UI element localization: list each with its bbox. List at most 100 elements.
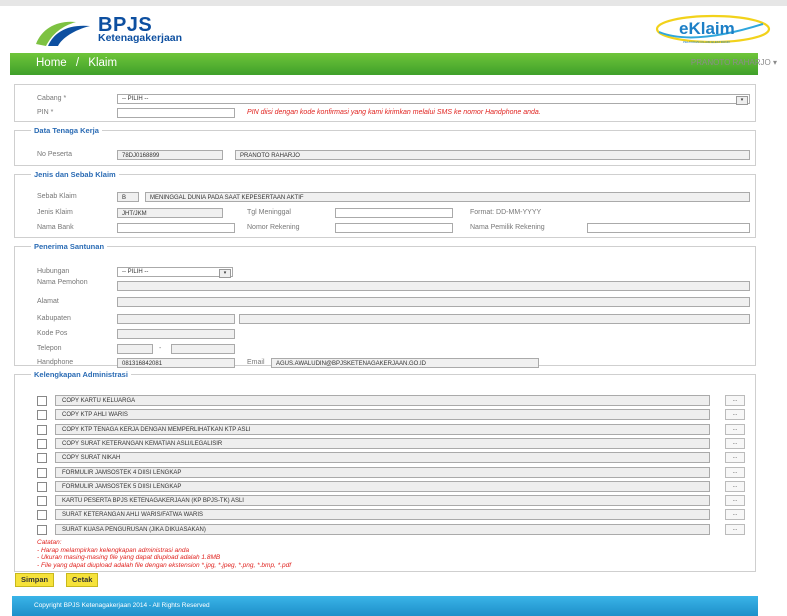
- browse-button[interactable]: ...: [725, 523, 745, 535]
- kode-pos-label: Kode Pos: [37, 330, 68, 337]
- hubungan-select[interactable]: -- PILIH -- ▾: [117, 267, 233, 278]
- document-checkbox[interactable]: [37, 453, 47, 464]
- section-legend: Kelengkapan Administrasi: [34, 370, 128, 379]
- telepon-label: Telepon: [37, 345, 62, 352]
- browse-button[interactable]: ...: [725, 409, 745, 421]
- browse-button[interactable]: ...: [725, 466, 745, 478]
- jenis-klaim-field: JHT/JKM: [117, 208, 223, 218]
- data-tenaga-kerja-section: Data Tenaga Kerja No Peserta 78DJ0168899…: [14, 126, 756, 166]
- jenis-klaim-label: Jenis Klaim: [37, 209, 73, 216]
- header: BPJS Ketenagakerjaan eKlaim PELAYANAN KL…: [20, 0, 775, 46]
- telepon-separator: -: [159, 345, 162, 352]
- tgl-meninggal-input[interactable]: [335, 208, 453, 218]
- kabupaten-label: Kabupaten: [37, 315, 71, 322]
- document-checkbox[interactable]: [37, 481, 47, 492]
- document-checkbox[interactable]: [37, 496, 47, 507]
- browse-button[interactable]: ...: [725, 423, 745, 435]
- browse-button[interactable]: ...: [725, 480, 745, 492]
- hubungan-select-value: -- PILIH --: [122, 269, 149, 275]
- nama-bank-input[interactable]: [117, 223, 235, 233]
- no-peserta-field: 78DJ0168899: [117, 150, 223, 160]
- chevron-down-icon: ▾: [736, 96, 748, 105]
- document-file-field[interactable]: SURAT KUASA PENGURUSAN (JIKA DIKUASAKAN): [55, 523, 710, 535]
- pin-input[interactable]: [117, 108, 235, 118]
- document-file-field[interactable]: FORMULIR JAMSOSTEK 4 DIISI LENGKAP: [55, 466, 710, 478]
- alamat-field: [117, 297, 750, 307]
- navbar: Home / Klaim: [10, 53, 758, 75]
- nama-bank-label: Nama Bank: [37, 224, 74, 231]
- document-file-field[interactable]: COPY SURAT NIKAH: [55, 452, 710, 464]
- cabang-select[interactable]: -- PILIH -- ▾: [117, 94, 750, 105]
- document-file-field[interactable]: COPY SURAT KETERANGAN KEMATIAN ASLI/LEGA…: [55, 437, 710, 449]
- telepon-area-field: [117, 344, 153, 354]
- breadcrumb-home-link[interactable]: Home: [36, 57, 67, 69]
- sebab-code-field: B: [117, 192, 139, 202]
- section-legend: Penerima Santunan: [34, 242, 105, 251]
- document-checkbox[interactable]: [37, 424, 47, 435]
- cabang-select-value: -- PILIH --: [122, 96, 149, 102]
- sebab-desc-field: MENINGGAL DUNIA PADA SAAT KEPESERTAAN AK…: [145, 192, 750, 202]
- brand-subtitle: Ketenagakerjaan: [98, 32, 183, 44]
- cabang-label: Cabang *: [37, 95, 67, 102]
- document-file-field[interactable]: SURAT KETERANGAN AHLI WARIS/FATWA WARIS: [55, 509, 710, 521]
- alamat-label: Alamat: [37, 298, 59, 305]
- document-file-field[interactable]: FORMULIR JAMSOSTEK 5 DIISI LENGKAP: [55, 480, 710, 492]
- document-checkbox[interactable]: [37, 510, 47, 521]
- email-label: Email: [247, 359, 265, 366]
- nomor-rekening-input[interactable]: [335, 223, 453, 233]
- catatan-line: - Ukuran masing-masing file yang dapat d…: [37, 554, 221, 561]
- document-checkbox[interactable]: [37, 438, 47, 449]
- catatan-line: - File yang dapat diupload adalah file d…: [37, 561, 292, 569]
- document-checkbox[interactable]: [37, 396, 47, 406]
- document-file-field[interactable]: COPY KTP AHLI WARIS: [55, 409, 710, 421]
- tgl-meninggal-label: Tgl Meninggal: [247, 209, 291, 216]
- chevron-down-icon: ▾: [219, 269, 231, 278]
- telepon-number-field: [171, 344, 235, 354]
- breadcrumb: Home / Klaim: [36, 57, 117, 69]
- document-checkbox[interactable]: [37, 524, 47, 535]
- catatan-line: - Harap melampirkan kelengkapan administ…: [37, 546, 190, 554]
- eklaim-swoosh-icon: eKlaim PELAYANAN KLAIM ELEKTRONIK: [655, 14, 771, 44]
- top-section: Cabang * -- PILIH -- ▾ PIN * PIN diisi d…: [14, 84, 756, 122]
- browse-button[interactable]: ...: [725, 509, 745, 521]
- nama-pemilik-input[interactable]: [587, 223, 750, 233]
- pin-note: PIN diisi dengan kode konfirmasi yang ka…: [247, 109, 541, 116]
- email-field: AGUS.AWALUDIN@BPJSKETENAGAKERJAAN.GO.ID: [271, 358, 539, 368]
- breadcrumb-separator: /: [75, 57, 80, 69]
- catatan-notes: Catatan: - Harap melampirkan kelengkapan…: [37, 539, 291, 569]
- simpan-button[interactable]: Simpan: [15, 573, 55, 587]
- jenis-sebab-klaim-section: Jenis dan Sebab Klaim Sebab Klaim B MENI…: [14, 170, 756, 238]
- footer: Copyright BPJS Ketenagakerjaan 2014 - Al…: [12, 596, 758, 616]
- svg-text:eKlaim: eKlaim: [679, 19, 735, 38]
- no-peserta-label: No Peserta: [37, 151, 73, 158]
- browse-button[interactable]: ...: [725, 395, 745, 406]
- nama-pemilik-label: Nama Pemilik Rekening: [470, 224, 545, 231]
- nomor-rekening-label: Nomor Rekening: [247, 224, 300, 231]
- nama-pemohon-field: [117, 281, 750, 291]
- penerima-santunan-section: Penerima Santunan Hubungan -- PILIH -- ▾…: [14, 242, 756, 368]
- nama-peserta-field: PRANOTO RAHARJO: [235, 150, 750, 160]
- kabupaten-name-field: [239, 314, 750, 324]
- breadcrumb-current: Klaim: [88, 57, 118, 69]
- format-hint: Format: DD-MM-YYYY: [470, 209, 542, 216]
- footer-copyright: Copyright BPJS Ketenagakerjaan 2014 - Al…: [34, 602, 210, 609]
- user-menu[interactable]: PRANOTO RAHARJO ▾: [691, 52, 777, 74]
- browse-button[interactable]: ...: [725, 495, 745, 507]
- eklaim-logo: eKlaim PELAYANAN KLAIM ELEKTRONIK: [653, 14, 771, 46]
- pin-label: PIN *: [37, 109, 54, 116]
- nama-pemohon-label: Nama Pemohon: [37, 279, 88, 286]
- document-file-field[interactable]: COPY KARTU KELUARGA: [55, 395, 710, 406]
- handphone-label: Handphone: [37, 359, 74, 366]
- svg-text:PELAYANAN KLAIM ELEKTRONIK: PELAYANAN KLAIM ELEKTRONIK: [683, 40, 730, 44]
- document-checkbox[interactable]: [37, 467, 47, 478]
- document-file-field[interactable]: KARTU PESERTA BPJS KETENAGAKERJAAN (KP B…: [55, 495, 710, 507]
- cetak-button[interactable]: Cetak: [66, 573, 99, 587]
- browse-button[interactable]: ...: [725, 452, 745, 464]
- sebab-klaim-label: Sebab Klaim: [37, 193, 77, 200]
- browse-button[interactable]: ...: [725, 437, 745, 449]
- document-checkbox[interactable]: [37, 410, 47, 421]
- section-legend: Jenis dan Sebab Klaim: [34, 170, 116, 179]
- kode-pos-field: [117, 329, 235, 339]
- catatan-title: Catatan:: [37, 539, 62, 546]
- document-file-field[interactable]: COPY KTP TENAGA KERJA DENGAN MEMPERLIHAT…: [55, 423, 710, 435]
